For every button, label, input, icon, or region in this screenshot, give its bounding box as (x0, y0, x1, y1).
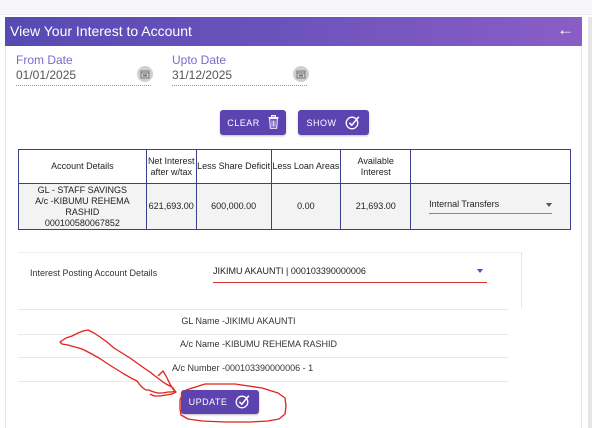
annotation-arrow (59, 329, 176, 394)
red-annotation-overlay (59, 329, 287, 423)
annotation-circle (179, 383, 287, 423)
